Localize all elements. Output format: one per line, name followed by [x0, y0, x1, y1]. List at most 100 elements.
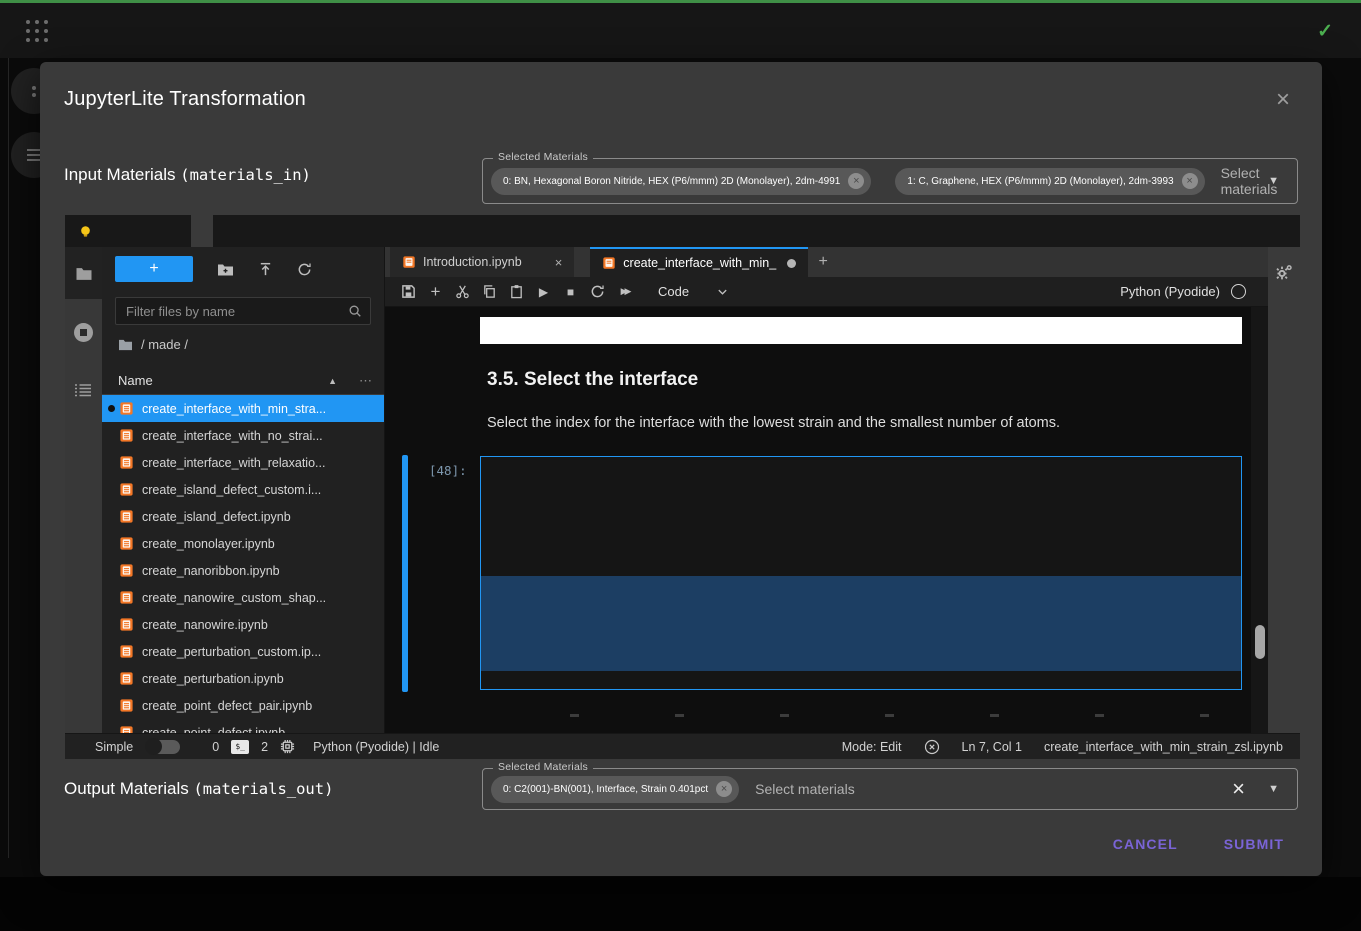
notebook-file-icon [119, 644, 134, 659]
file-name: create_point_defect_pair.ipynb [142, 699, 312, 713]
settings-gears-icon[interactable] [1274, 263, 1294, 288]
markdown-paragraph: Select the index for the interface with … [487, 415, 1060, 431]
jupyterlab-menu-item[interactable] [169, 215, 191, 247]
run-cell-icon[interactable]: ▶ [530, 279, 557, 305]
file-row[interactable]: create_monolayer.ipynb [102, 530, 384, 557]
code-cell-editor[interactable] [480, 456, 1242, 690]
output-materials-select[interactable]: Selected Materials 0: C2(001)-BN(001), I… [482, 768, 1298, 810]
notebook-content[interactable]: 3.5. Select the interface Select the ind… [385, 307, 1268, 733]
screen: ✓ JupyterLite Transformation × Input Mat… [0, 0, 1361, 931]
material-chip[interactable]: 1: C, Graphene, HEX (P6/mmm) 2D (Monolay… [895, 168, 1204, 195]
jupyterlab-menu-item[interactable] [191, 215, 213, 247]
cell-type-dropdown[interactable]: Code [658, 284, 728, 299]
paste-cell-icon[interactable] [503, 279, 530, 305]
folder-icon [118, 338, 133, 351]
material-chip-label: 1: C, Graphene, HEX (P6/mmm) 2D (Monolay… [907, 176, 1173, 187]
jupyterlab-menu-item[interactable] [257, 215, 279, 247]
filter-files-input[interactable]: Filter files by name [115, 297, 371, 325]
jupyterlab-menu-item[interactable] [103, 215, 125, 247]
stop-kernel-icon[interactable]: ■ [557, 279, 584, 305]
more-options-icon[interactable]: ⋯ [359, 373, 372, 389]
chip-delete-icon[interactable]: × [716, 781, 732, 797]
filter-placeholder: Filter files by name [126, 304, 348, 319]
kernel-indicator[interactable]: Python (Pyodide) [1120, 284, 1268, 299]
app-logo-icon[interactable] [25, 19, 49, 43]
file-row[interactable]: create_perturbation_custom.ip... [102, 638, 384, 665]
copy-cell-icon[interactable] [476, 279, 503, 305]
file-row[interactable]: create_island_defect_custom.i... [102, 476, 384, 503]
cursor-position[interactable]: Ln 7, Col 1 [962, 740, 1022, 754]
dropdown-caret-icon[interactable]: ▼ [1268, 175, 1279, 187]
new-folder-icon[interactable] [217, 262, 234, 277]
check-icon: ✓ [1317, 20, 1333, 43]
material-chip-label: 0: C2(001)-BN(001), Interface, Strain 0.… [503, 784, 708, 795]
cancel-button[interactable]: CANCEL [1097, 826, 1194, 862]
trust-shield-icon[interactable] [924, 739, 940, 755]
jupyterlab-menu-item[interactable] [147, 215, 169, 247]
jupyterlab-menu-item[interactable] [235, 215, 257, 247]
file-row[interactable]: create_interface_with_no_strai... [102, 422, 384, 449]
notebook-file-icon [119, 563, 134, 578]
breadcrumb[interactable]: / made / [118, 337, 188, 352]
upload-icon[interactable] [258, 262, 273, 277]
input-materials-select[interactable]: Selected Materials 0: BN, Hexagonal Boro… [482, 158, 1298, 204]
chip-delete-icon[interactable]: × [1182, 173, 1198, 189]
jupyterlab-menu-item[interactable] [125, 215, 147, 247]
lightbulb-icon [78, 224, 93, 239]
next-cell-peek [570, 714, 1209, 717]
file-row[interactable]: create_nanowire_custom_shap... [102, 584, 384, 611]
terminals-count[interactable]: 0 [212, 740, 219, 754]
editor-mode[interactable]: Mode: Edit [842, 740, 902, 754]
material-chip[interactable]: 0: BN, Hexagonal Boron Nitride, HEX (P6/… [491, 168, 871, 195]
file-row[interactable]: create_interface_with_relaxatio... [102, 449, 384, 476]
cut-cell-icon[interactable] [449, 279, 476, 305]
file-row[interactable]: create_nanowire.ipynb [102, 611, 384, 638]
file-row[interactable]: create_point_defect_pair.ipynb [102, 692, 384, 719]
kernels-count[interactable]: 2 [261, 740, 268, 754]
save-icon[interactable] [395, 279, 422, 305]
sort-ascending-icon: ▲ [328, 376, 337, 386]
file-row[interactable]: create_perturbation.ipynb [102, 665, 384, 692]
file-list-header[interactable]: Name ▲ ⋯ [102, 367, 384, 395]
new-launcher-button[interactable]: + [115, 256, 193, 282]
kernel-status-text[interactable]: Python (Pyodide) | Idle [313, 740, 439, 754]
dropdown-caret-icon[interactable]: ▼ [1268, 783, 1279, 795]
material-chip[interactable]: 0: C2(001)-BN(001), Interface, Strain 0.… [491, 776, 739, 803]
restart-run-all-icon[interactable]: ▶▶ [611, 279, 638, 305]
markdown-heading: 3.5. Select the interface [487, 369, 698, 391]
scrollbar-thumb[interactable] [1255, 625, 1265, 659]
statusbar-left: Simple 0 $_ 2 Python (Pyodide) | Idle [65, 739, 439, 754]
code-line [481, 519, 1241, 538]
add-tab-button[interactable]: + [808, 247, 838, 277]
cell-collapser-bar[interactable] [402, 455, 408, 692]
table-of-contents-tab[interactable] [74, 383, 92, 403]
tab-introduction[interactable]: Introduction.ipynb × [390, 247, 574, 277]
running-sessions-tab[interactable] [74, 323, 93, 342]
restart-kernel-icon[interactable] [584, 279, 611, 305]
tab-close-icon[interactable]: × [555, 255, 563, 270]
jupyterlite-transformation-dialog: JupyterLite Transformation × Input Mater… [40, 62, 1322, 876]
tab-create-interface[interactable]: create_interface_with_min_ [590, 247, 808, 277]
kernel-status-icon [1231, 284, 1246, 299]
notebook-scrollbar[interactable] [1251, 307, 1268, 733]
file-row[interactable]: create_point_defect.ipynb [102, 719, 384, 733]
file-row[interactable]: create_interface_with_min_stra... [102, 395, 384, 422]
simple-mode-toggle[interactable] [146, 740, 180, 754]
notebook-file-icon [119, 617, 134, 632]
submit-button[interactable]: SUBMIT [1208, 826, 1300, 862]
unsaved-changes-dot[interactable] [787, 259, 796, 268]
chip-delete-icon[interactable]: × [848, 173, 864, 189]
file-row[interactable]: create_island_defect.ipynb [102, 503, 384, 530]
file-browser-tab[interactable] [65, 247, 102, 299]
file-row[interactable]: create_nanoribbon.ipynb [102, 557, 384, 584]
clear-selection-icon[interactable]: × [1232, 779, 1245, 799]
tab-label: Introduction.ipynb [423, 255, 522, 269]
dialog-close-icon[interactable]: × [1276, 88, 1290, 112]
insert-cell-icon[interactable]: + [422, 279, 449, 305]
jupyterlab-menubar [65, 215, 1300, 247]
refresh-icon[interactable] [297, 262, 312, 277]
notebook-file-icon [119, 698, 134, 713]
jupyterlab-menu-item[interactable] [213, 215, 235, 247]
notebook-file-icon [119, 725, 134, 733]
jupyterlab-menu-items [103, 215, 279, 247]
